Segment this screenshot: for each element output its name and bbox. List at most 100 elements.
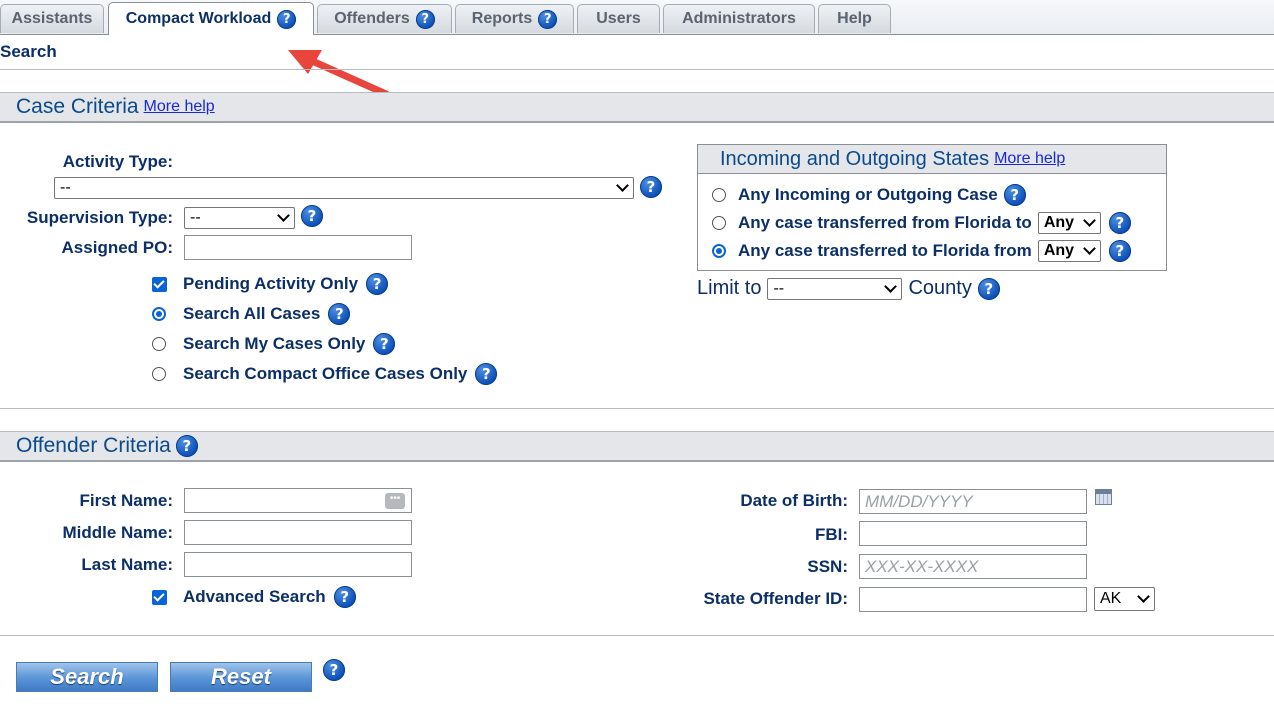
chevron-down-icon bbox=[277, 209, 290, 222]
tab-label: Help bbox=[837, 10, 872, 27]
option-label: Pending Activity Only bbox=[183, 274, 359, 293]
radio-button[interactable] bbox=[712, 216, 726, 230]
middle-name-input[interactable] bbox=[184, 520, 412, 545]
scope-option-all[interactable]: Search All Cases ? bbox=[152, 303, 351, 325]
state-offender-id-input[interactable] bbox=[859, 587, 1087, 612]
ssn-input[interactable]: XXX-XX-XXXX bbox=[859, 554, 1087, 579]
state-option-to-florida[interactable]: Any case transferred to Florida from Any… bbox=[712, 240, 1131, 262]
state-select[interactable]: Any bbox=[1037, 240, 1101, 262]
fbi-input[interactable] bbox=[859, 521, 1087, 546]
assigned-po-input[interactable] bbox=[184, 235, 412, 260]
fbi-label: FBI: bbox=[814, 525, 848, 544]
help-icon[interactable]: ? bbox=[301, 205, 323, 227]
state-code-select[interactable]: AK bbox=[1094, 587, 1155, 611]
help-icon[interactable]: ? bbox=[366, 273, 389, 295]
chevron-down-icon bbox=[1137, 590, 1150, 603]
help-icon[interactable]: ? bbox=[1108, 240, 1131, 262]
state-select[interactable]: Any bbox=[1037, 212, 1101, 234]
option-label: Search My Cases Only bbox=[183, 334, 366, 353]
pending-activity-checkbox[interactable] bbox=[152, 276, 167, 292]
tab-offenders[interactable]: Offenders ? bbox=[317, 4, 452, 33]
option-label: Any Incoming or Outgoing Case bbox=[738, 185, 998, 204]
select-value: AK bbox=[1100, 590, 1122, 607]
radio-button[interactable] bbox=[152, 307, 166, 321]
assigned-po-label: Assigned PO: bbox=[61, 238, 173, 257]
help-icon[interactable]: ? bbox=[323, 659, 345, 681]
reset-button[interactable]: Reset bbox=[170, 662, 312, 692]
autofill-icon[interactable]: ••• bbox=[385, 493, 405, 509]
help-icon[interactable]: ? bbox=[538, 9, 558, 29]
help-icon[interactable]: ? bbox=[277, 9, 297, 29]
pending-activity-row[interactable]: Pending Activity Only ? bbox=[152, 273, 389, 295]
offender-criteria-header: Offender Criteria ? bbox=[0, 431, 1274, 462]
chevron-down-icon bbox=[1082, 242, 1096, 255]
limit-to-row: Limit to -- County ? bbox=[697, 277, 1000, 300]
state-option-any[interactable]: Any Incoming or Outgoing Case ? bbox=[712, 184, 1026, 206]
tab-bar: Assistants Compact Workload ? Offenders … bbox=[0, 0, 1274, 35]
radio-button[interactable] bbox=[152, 367, 166, 381]
tab-label: Assistants bbox=[11, 10, 93, 27]
section-title: Case Criteria bbox=[16, 95, 139, 118]
county-label: County bbox=[908, 277, 972, 299]
state-offender-id-label: State Offender ID: bbox=[703, 589, 848, 608]
tab-users[interactable]: Users bbox=[577, 4, 660, 33]
tab-assistants[interactable]: Assistants bbox=[0, 4, 104, 33]
divider bbox=[0, 635, 1274, 636]
scope-option-mine[interactable]: Search My Cases Only ? bbox=[152, 333, 396, 355]
help-icon[interactable]: ? bbox=[640, 176, 662, 198]
advanced-search-checkbox[interactable] bbox=[152, 589, 167, 605]
divider bbox=[0, 408, 1274, 409]
tab-label: Administrators bbox=[682, 10, 796, 27]
ssn-label: SSN: bbox=[807, 557, 848, 576]
dob-input[interactable]: MM/DD/YYYY bbox=[859, 489, 1087, 514]
case-criteria-header: Case Criteria More help bbox=[0, 92, 1274, 123]
more-help-link[interactable]: More help bbox=[144, 98, 215, 116]
help-icon[interactable]: ? bbox=[475, 363, 498, 385]
tab-label: Offenders bbox=[334, 10, 410, 27]
more-help-link[interactable]: More help bbox=[994, 150, 1065, 168]
tab-label: Users bbox=[596, 10, 641, 27]
first-name-input[interactable]: ••• bbox=[184, 488, 412, 513]
supervision-type-label: Supervision Type: bbox=[26, 208, 173, 227]
tab-label: Reports bbox=[471, 10, 533, 27]
first-name-label: First Name: bbox=[79, 491, 173, 510]
search-button[interactable]: Search bbox=[16, 662, 158, 692]
option-label: Search All Cases bbox=[183, 304, 321, 323]
help-icon[interactable]: ? bbox=[373, 333, 396, 355]
help-icon[interactable]: ? bbox=[1003, 184, 1026, 206]
divider bbox=[0, 69, 1274, 70]
dob-label: Date of Birth: bbox=[740, 491, 848, 510]
calendar-icon[interactable] bbox=[1095, 489, 1112, 505]
select-value: -- bbox=[60, 179, 71, 196]
tab-compact-workload[interactable]: Compact Workload ? bbox=[108, 2, 314, 35]
tab-reports[interactable]: Reports ? bbox=[455, 4, 574, 33]
tab-label: Compact Workload bbox=[125, 10, 272, 27]
help-icon[interactable]: ? bbox=[328, 303, 351, 325]
select-value: Any bbox=[1043, 242, 1075, 259]
last-name-input[interactable] bbox=[184, 552, 412, 577]
chevron-down-icon bbox=[884, 279, 898, 293]
help-icon[interactable]: ? bbox=[175, 435, 198, 457]
help-icon[interactable]: ? bbox=[415, 9, 435, 29]
page-title: Search bbox=[0, 42, 57, 61]
tab-administrators[interactable]: Administrators bbox=[663, 4, 815, 33]
radio-button[interactable] bbox=[712, 188, 726, 202]
radio-button[interactable] bbox=[712, 244, 726, 258]
help-icon[interactable]: ? bbox=[977, 277, 1000, 300]
activity-type-select[interactable]: -- bbox=[54, 177, 634, 199]
tab-help[interactable]: Help bbox=[818, 4, 891, 33]
radio-button[interactable] bbox=[152, 337, 166, 351]
section-title: Offender Criteria bbox=[16, 434, 171, 457]
supervision-type-select[interactable]: -- bbox=[184, 207, 295, 229]
help-icon[interactable]: ? bbox=[333, 586, 356, 608]
help-icon[interactable]: ? bbox=[1108, 212, 1131, 234]
select-value: -- bbox=[190, 209, 201, 226]
scope-option-compact-office[interactable]: Search Compact Office Cases Only ? bbox=[152, 363, 498, 385]
advanced-search-row[interactable]: Advanced Search ? bbox=[152, 586, 356, 608]
county-select[interactable]: -- bbox=[767, 277, 903, 300]
middle-name-label: Middle Name: bbox=[62, 523, 173, 542]
option-label: Any case transferred to Florida from bbox=[738, 241, 1032, 260]
select-value: Any bbox=[1043, 214, 1075, 231]
state-option-from-florida[interactable]: Any case transferred from Florida to Any… bbox=[712, 212, 1131, 234]
chevron-down-icon bbox=[1082, 214, 1096, 227]
